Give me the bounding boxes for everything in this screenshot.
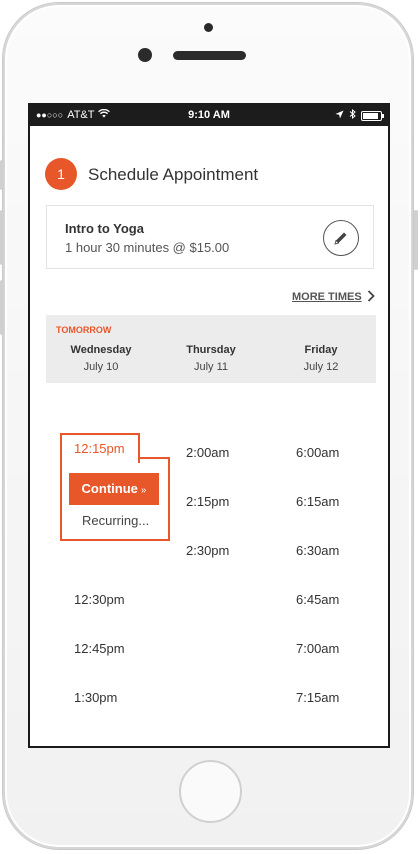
proximity-sensor	[204, 23, 213, 32]
time-slot-friday[interactable]: 6:45am	[296, 592, 339, 607]
time-slot-friday[interactable]: 6:30am	[296, 543, 339, 558]
time-slot-wednesday[interactable]: 1:30pm	[74, 690, 117, 705]
location-arrow-icon	[335, 110, 344, 122]
double-chevron-icon: »	[140, 485, 147, 496]
mute-switch	[0, 160, 4, 190]
time-slot-thursday[interactable]: 2:00am	[186, 445, 229, 460]
day-tag: TOMORROW	[56, 325, 112, 335]
time-slot-wednesday[interactable]: 12:30pm	[74, 592, 125, 607]
volume-down-button	[0, 280, 4, 335]
day-name: Wednesday	[70, 344, 132, 356]
service-card: Intro to Yoga 1 hour 30 minutes @ $15.00	[46, 205, 374, 269]
earpiece-speaker	[173, 51, 246, 60]
power-button	[414, 210, 418, 270]
edit-service-button[interactable]	[323, 220, 359, 256]
day-date: July 10	[83, 361, 119, 373]
day-name: Friday	[304, 344, 338, 356]
service-name: Intro to Yoga	[65, 221, 144, 236]
battery-icon	[361, 110, 384, 121]
time-slot-friday[interactable]: 6:00am	[296, 445, 339, 460]
day-date: July 11	[193, 361, 229, 373]
more-times-link[interactable]: MORE TIMES	[292, 291, 362, 303]
front-camera	[138, 48, 152, 62]
selected-time-popover: 12:15pm Continue» Recurring...	[60, 433, 170, 543]
phone-screen: ●●○○○ AT&T 9:10 AM 1 Schedule Appointmen…	[28, 103, 390, 748]
time-slot-friday[interactable]: 7:15am	[296, 690, 339, 705]
day-header-bar: TOMORROW Wednesday July 10 Thursday July…	[46, 315, 376, 383]
chevron-right-icon[interactable]	[367, 289, 375, 305]
service-detail: 1 hour 30 minutes @ $15.00	[65, 240, 230, 255]
time-slot-thursday[interactable]: 2:15pm	[186, 494, 229, 509]
time-slot-wednesday[interactable]: 12:45pm	[74, 641, 125, 656]
recurring-link[interactable]: Recurring...	[82, 513, 149, 528]
step-number-badge: 1	[45, 158, 77, 190]
volume-up-button	[0, 210, 4, 265]
bluetooth-icon	[349, 108, 356, 122]
day-date: July 12	[303, 361, 339, 373]
day-name: Thursday	[186, 344, 236, 356]
pencil-icon	[334, 232, 347, 245]
status-bar: ●●○○○ AT&T 9:10 AM	[30, 105, 388, 126]
time-slot-thursday[interactable]: 2:30pm	[186, 543, 229, 558]
time-slot-friday[interactable]: 6:15am	[296, 494, 339, 509]
time-slot-friday[interactable]: 7:00am	[296, 641, 339, 656]
selected-time-slot[interactable]: 12:15pm	[74, 441, 125, 456]
continue-label: Continue	[81, 481, 138, 496]
page-title: Schedule Appointment	[88, 165, 259, 184]
continue-button[interactable]: Continue»	[69, 473, 159, 505]
home-button[interactable]	[179, 760, 242, 823]
